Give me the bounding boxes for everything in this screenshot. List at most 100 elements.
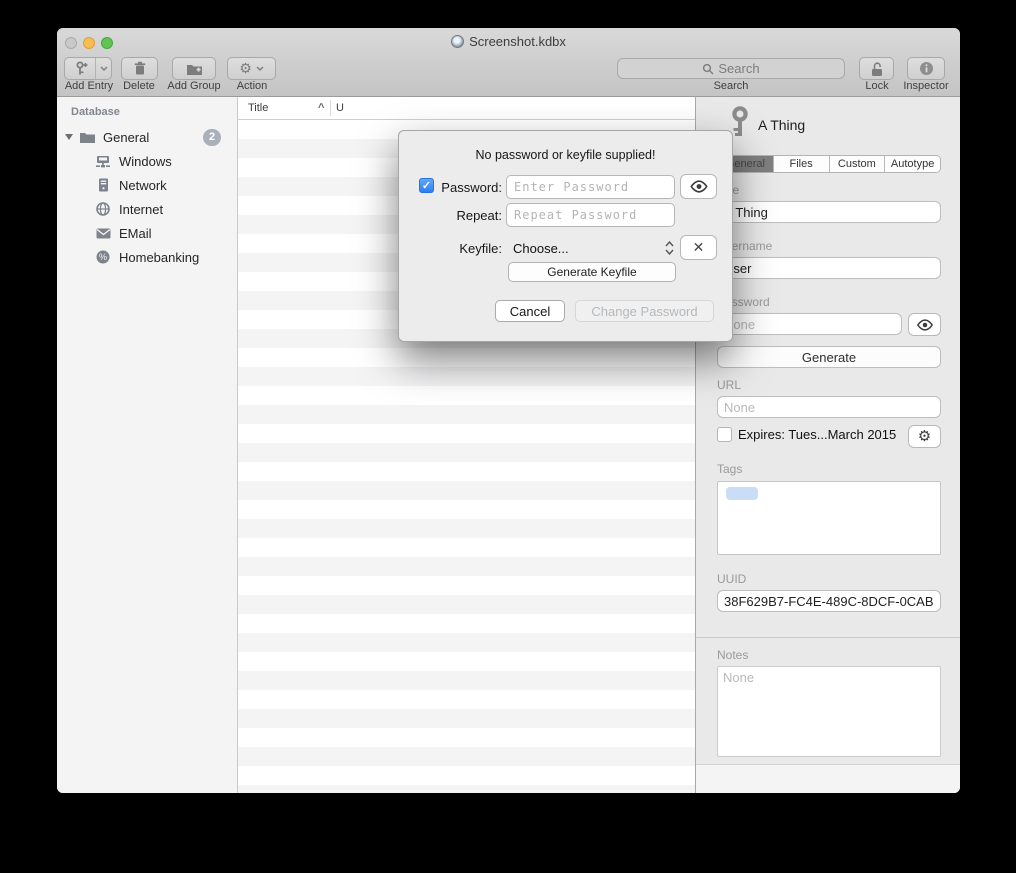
tags-label: Tags [717, 462, 742, 476]
expires-row: Expires: Tues...March 2015 [717, 427, 896, 442]
sidebar-item-windows[interactable]: Windows [57, 149, 237, 173]
action-button[interactable]: ⚙ [227, 57, 276, 80]
eye-icon [689, 180, 709, 193]
search-placeholder: Search [718, 61, 759, 76]
lock-button[interactable] [859, 57, 894, 80]
disclosure-triangle-icon[interactable] [65, 134, 73, 140]
sidebar-item-label: Network [119, 178, 167, 193]
url-label: URL [717, 378, 741, 392]
dialog-reveal-password-button[interactable] [680, 174, 717, 199]
clear-keyfile-button[interactable]: ✕ [680, 235, 717, 260]
dialog-password-label: Password: [406, 180, 502, 195]
sidebar-item-email[interactable]: EMail [57, 221, 237, 245]
dialog-message: No password or keyfile supplied! [399, 148, 732, 162]
sidebar-item-label: Homebanking [119, 250, 199, 265]
key-plus-icon [65, 58, 96, 79]
column-divider[interactable] [330, 100, 331, 116]
svg-text:%: % [99, 252, 107, 262]
chevron-down-icon [256, 66, 264, 71]
inspector-button[interactable] [907, 57, 945, 80]
add-entry-button[interactable] [64, 57, 112, 80]
dialog-repeat-field[interactable] [506, 203, 675, 227]
app-window: Screenshot.kdbx Add Entry Delete Add Gro… [57, 28, 960, 793]
url-field[interactable] [717, 396, 941, 418]
inspector-footer [696, 764, 960, 793]
popup-stepper-icon[interactable] [663, 235, 675, 261]
windows-icon [94, 155, 112, 168]
uuid-field[interactable] [717, 590, 941, 612]
entry-list-header: Title ^ U [238, 97, 695, 120]
document-proxy-icon [451, 35, 464, 48]
expires-label: Expires: Tues...March 2015 [738, 427, 896, 442]
search-icon [702, 63, 714, 75]
gear-icon: ⚙ [239, 62, 252, 76]
sidebar-item-label: Windows [119, 154, 172, 169]
search-label: Search [707, 80, 755, 92]
sidebar: Database General 2 Windows [57, 97, 238, 793]
email-icon [94, 228, 112, 239]
keyfile-popup[interactable]: Choose... [513, 236, 569, 260]
expires-settings-button[interactable]: ⚙ [908, 425, 941, 448]
tab-autotype[interactable]: Autotype [885, 156, 940, 172]
titlebar-toolbar: Screenshot.kdbx Add Entry Delete Add Gro… [57, 28, 960, 97]
homebanking-icon: % [94, 250, 112, 264]
entry-title: A Thing [758, 117, 805, 133]
dialog-password-field[interactable] [506, 175, 675, 199]
keyfile-selected-value: Choose... [513, 241, 569, 256]
sidebar-group-general[interactable]: General 2 [57, 125, 237, 149]
tags-field[interactable] [717, 481, 941, 555]
internet-icon [94, 202, 112, 216]
sidebar-item-label: Internet [119, 202, 163, 217]
uuid-label: UUID [717, 572, 746, 586]
sort-ascending-icon: ^ [318, 102, 324, 114]
sidebar-item-label: EMail [119, 226, 152, 241]
lock-open-icon [870, 61, 884, 77]
lock-label: Lock [860, 80, 894, 92]
generate-password-button[interactable]: Generate [717, 346, 941, 368]
folder-plus-icon [186, 62, 203, 76]
inspector-tabs: General Files Custom Autotype [717, 155, 941, 173]
column-header-title[interactable]: Title [248, 102, 268, 114]
trash-icon [133, 61, 147, 76]
inspector-panel: A Thing General Files Custom Autotype Ti… [695, 97, 960, 793]
sidebar-item-internet[interactable]: Internet [57, 197, 237, 221]
info-icon [919, 61, 934, 76]
desktop-background: Screenshot.kdbx Add Entry Delete Add Gro… [0, 0, 1016, 873]
tag-token[interactable] [726, 487, 758, 500]
close-x-icon: ✕ [693, 239, 705, 256]
dialog-repeat-label: Repeat: [406, 208, 502, 223]
dialog-keyfile-label: Keyfile: [406, 241, 502, 256]
title-field[interactable] [717, 201, 941, 223]
gear-icon: ⚙ [918, 429, 931, 444]
notes-field[interactable] [717, 666, 941, 757]
group-count-badge: 2 [203, 129, 221, 146]
search-input[interactable]: Search [617, 58, 845, 79]
column-header-username[interactable]: U [336, 102, 344, 114]
add-group-button[interactable] [172, 57, 216, 80]
password-field[interactable] [717, 313, 902, 335]
sidebar-item-homebanking[interactable]: % Homebanking [57, 245, 237, 269]
notes-label: Notes [717, 648, 748, 662]
expires-checkbox[interactable] [717, 427, 732, 442]
delete-button[interactable] [121, 57, 158, 80]
sidebar-header: Database [71, 106, 120, 118]
inspector-label: Inspector [898, 80, 954, 92]
reveal-password-button[interactable] [908, 313, 941, 336]
username-field[interactable] [717, 257, 941, 279]
sidebar-item-network[interactable]: Network [57, 173, 237, 197]
add-entry-label: Add Entry [61, 80, 117, 92]
tab-custom[interactable]: Custom [830, 156, 886, 172]
cancel-button[interactable]: Cancel [495, 300, 565, 322]
network-icon [94, 178, 112, 192]
delete-label: Delete [118, 80, 160, 92]
divider [696, 637, 960, 638]
window-title: Screenshot.kdbx [57, 34, 960, 49]
eye-icon [916, 319, 934, 331]
tab-files[interactable]: Files [774, 156, 830, 172]
change-password-button[interactable]: Change Password [575, 300, 714, 322]
change-password-dialog: No password or keyfile supplied! ✓ Passw… [398, 130, 733, 342]
folder-icon [78, 131, 96, 144]
chevron-down-icon [96, 58, 111, 79]
action-label: Action [230, 80, 274, 92]
generate-keyfile-button[interactable]: Generate Keyfile [508, 262, 676, 282]
